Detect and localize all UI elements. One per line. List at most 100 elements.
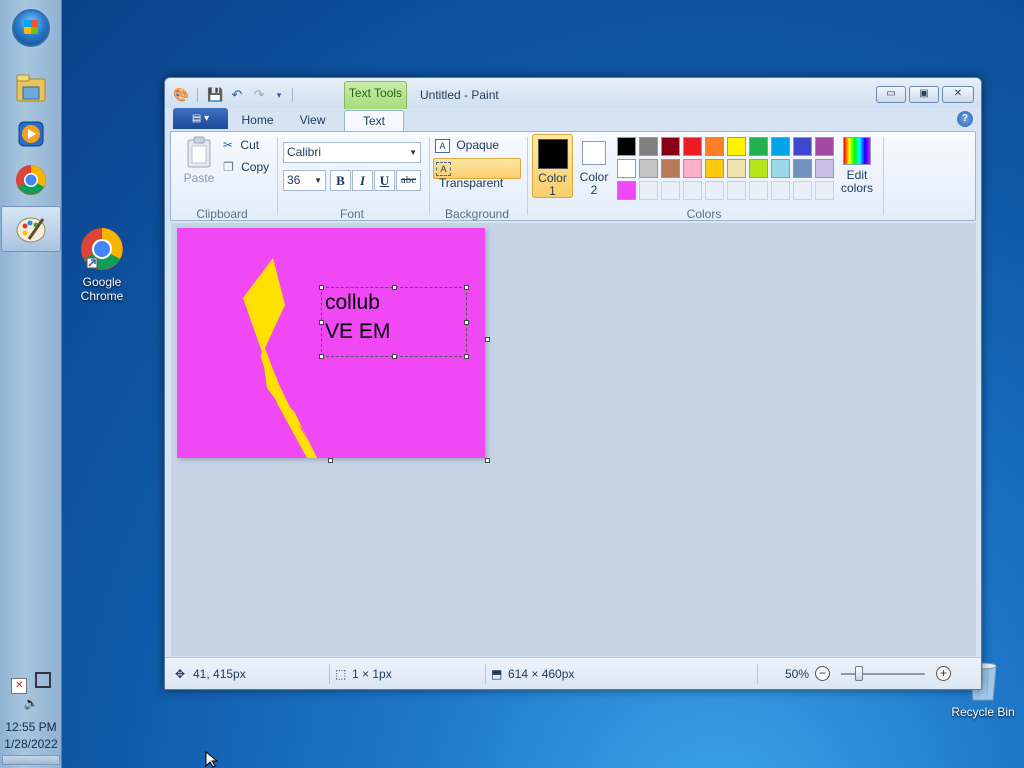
text-box[interactable]: collub VE EM (321, 287, 467, 357)
taskbar-media-player[interactable] (4, 112, 58, 156)
strikethrough-button[interactable]: abc (396, 170, 421, 191)
maximize-button[interactable]: ▣ (909, 86, 939, 103)
cut-button[interactable]: ✂ Cut (223, 138, 259, 152)
palette-color-swatch[interactable] (771, 181, 790, 200)
zoom-in-button[interactable]: + (936, 666, 951, 681)
zoom-slider-thumb[interactable] (855, 666, 863, 681)
resize-handle[interactable] (319, 285, 324, 290)
taskbar: ✕ 🔊 12:55 PM 1/28/2022 (0, 0, 62, 768)
paint-app-icon[interactable]: 🎨 (173, 87, 189, 103)
group-separator (429, 137, 430, 215)
palette-color-swatch[interactable] (815, 137, 834, 156)
color2-button[interactable]: Color 2 (575, 134, 613, 198)
palette-color-swatch[interactable] (683, 159, 702, 178)
canvas-resize-handle[interactable] (485, 458, 490, 463)
color2-swatch (582, 141, 606, 165)
paste-button[interactable]: Paste (181, 136, 217, 186)
media-player-icon (18, 121, 44, 147)
taskbar-paint[interactable] (1, 206, 61, 252)
tab-view[interactable]: View (290, 110, 335, 132)
palette-color-swatch[interactable] (727, 159, 746, 178)
tab-text[interactable]: Text (344, 110, 404, 132)
resize-handle[interactable] (392, 354, 397, 359)
resize-handle[interactable] (319, 320, 324, 325)
font-family-select[interactable]: Calibri ▼ (283, 142, 421, 163)
font-size-select[interactable]: 36 ▼ (283, 170, 326, 191)
palette-color-swatch[interactable] (749, 181, 768, 200)
copy-button[interactable]: ❐ Copy (223, 160, 269, 174)
minimize-button[interactable]: ▭ (876, 86, 906, 103)
undo-icon[interactable]: ↶ (229, 87, 245, 103)
palette-color-swatch[interactable] (815, 159, 834, 178)
save-icon[interactable]: 💾 (207, 87, 223, 103)
palette-color-swatch[interactable] (661, 181, 680, 200)
palette-color-swatch[interactable] (683, 137, 702, 156)
bold-button[interactable]: B (330, 170, 351, 191)
customize-toolbar-icon[interactable]: ▾ (271, 87, 287, 103)
status-bar: ✥ 41, 415px ⬚ 1 × 1px ⬒ 614 × 460px 50% … (165, 657, 981, 689)
palette-color-swatch[interactable] (749, 159, 768, 178)
palette-color-swatch[interactable] (617, 181, 636, 200)
taskbar-explorer[interactable] (4, 66, 58, 110)
palette-color-swatch[interactable] (617, 137, 636, 156)
transparent-button[interactable]: A Transparent (433, 158, 521, 190)
start-button[interactable] (4, 6, 58, 50)
underline-button[interactable]: U (374, 170, 395, 191)
windows-logo-icon (12, 9, 50, 47)
edit-colors-button[interactable]: Edit colors (838, 134, 876, 198)
palette-color-swatch[interactable] (683, 181, 702, 200)
resize-handle[interactable] (392, 285, 397, 290)
color1-button[interactable]: Color 1 (532, 134, 573, 198)
title-bar[interactable]: 🎨 💾 ↶ ↷ ▾ Text Tools Untitled - Paint ▭ … (165, 78, 981, 109)
palette-color-swatch[interactable] (705, 137, 724, 156)
palette-color-swatch[interactable] (749, 137, 768, 156)
palette-color-swatch[interactable] (793, 159, 812, 178)
palette-color-swatch[interactable] (639, 181, 658, 200)
palette-color-swatch[interactable] (727, 137, 746, 156)
paste-icon (187, 136, 211, 168)
palette-color-swatch[interactable] (771, 137, 790, 156)
resize-handle[interactable] (464, 354, 469, 359)
palette-color-swatch[interactable] (705, 159, 724, 178)
tab-home[interactable]: Home (235, 110, 280, 132)
italic-button[interactable]: I (352, 170, 373, 191)
palette-color-swatch[interactable] (661, 137, 680, 156)
canvas-resize-handle[interactable] (485, 337, 490, 342)
palette-color-swatch[interactable] (793, 181, 812, 200)
paint-menu-button[interactable]: ▤ ▾ (173, 108, 228, 129)
action-center-flag-icon[interactable]: ✕ (11, 678, 28, 694)
palette-color-swatch[interactable] (771, 159, 790, 178)
canvas-resize-handle[interactable] (328, 458, 333, 463)
help-icon[interactable]: ? (957, 111, 973, 127)
show-desktop-button[interactable] (2, 755, 60, 765)
palette-color-swatch[interactable] (661, 159, 680, 178)
clipboard-group-label: Clipboard (196, 207, 248, 221)
redo-icon[interactable]: ↷ (251, 87, 267, 103)
clock-date[interactable]: 1/28/2022 (0, 737, 62, 751)
close-button[interactable]: ✕ (942, 86, 974, 103)
palette-color-swatch[interactable] (617, 159, 636, 178)
palette-color-swatch[interactable] (639, 137, 658, 156)
network-icon[interactable] (34, 672, 51, 688)
canvas-workspace[interactable]: collub VE EM (171, 223, 976, 656)
rainbow-palette-icon (843, 137, 871, 165)
ribbon: Paste ✂ Cut ❐ Copy Clipboard Calibri ▼ 3… (170, 131, 976, 221)
volume-icon[interactable]: 🔊 (0, 696, 62, 710)
zoom-slider-track[interactable] (841, 673, 925, 675)
clock-time[interactable]: 12:55 PM (0, 720, 62, 734)
taskbar-chrome[interactable] (4, 158, 58, 202)
group-separator (883, 137, 884, 215)
palette-color-swatch[interactable] (815, 181, 834, 200)
resize-handle[interactable] (319, 354, 324, 359)
drawing-canvas[interactable]: collub VE EM (177, 228, 485, 458)
desktop-chrome-shortcut[interactable]: Google Chrome (70, 226, 134, 303)
palette-color-swatch[interactable] (793, 137, 812, 156)
chrome-icon (16, 165, 46, 195)
resize-handle[interactable] (464, 320, 469, 325)
opaque-button[interactable]: A Opaque (435, 138, 525, 156)
palette-color-swatch[interactable] (727, 181, 746, 200)
resize-handle[interactable] (464, 285, 469, 290)
palette-color-swatch[interactable] (639, 159, 658, 178)
zoom-out-button[interactable]: − (815, 666, 830, 681)
palette-color-swatch[interactable] (705, 181, 724, 200)
